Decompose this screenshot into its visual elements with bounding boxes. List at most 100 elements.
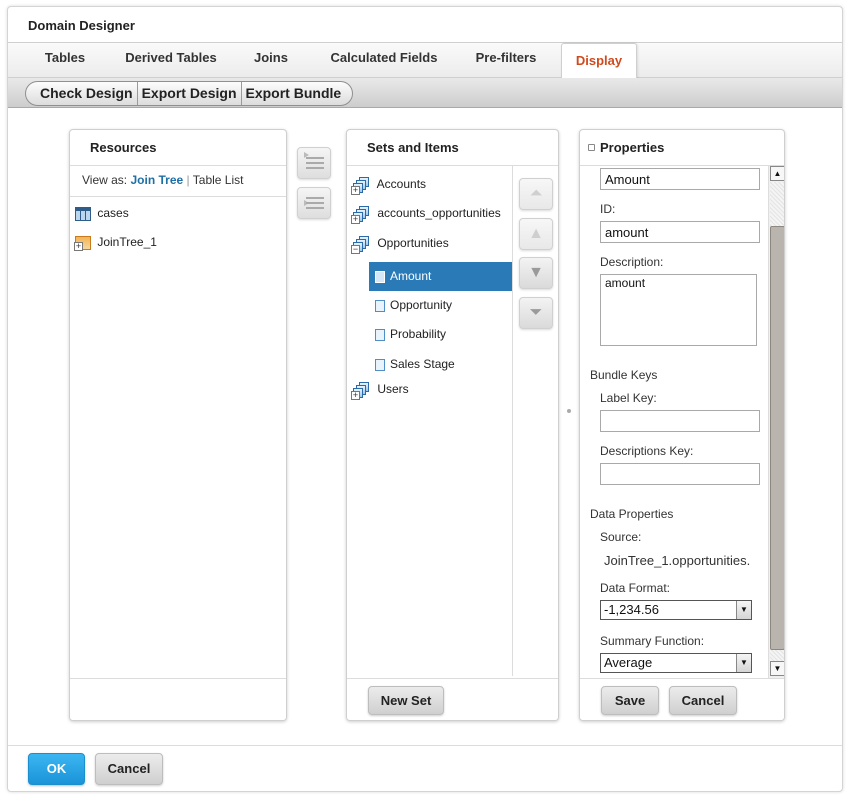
set-icon: +: [351, 176, 371, 195]
descriptions-key-input[interactable]: [600, 463, 760, 485]
arrow-down-icon: ▼: [528, 264, 544, 281]
move-up-button[interactable]: ▲: [519, 218, 553, 250]
dialog-footer-divider: [8, 745, 842, 746]
join-tree-icon: +: [74, 235, 91, 251]
data-format-select[interactable]: -1,234.56 ▼: [600, 600, 752, 620]
toolbar-button-group: Check Design Export Design Export Bundle: [25, 81, 354, 106]
label-key-input[interactable]: [600, 410, 760, 432]
export-design-button[interactable]: Export Design: [138, 82, 242, 105]
tab-tables[interactable]: Tables: [28, 43, 102, 79]
source-value: JoinTree_1.opportunities.: [604, 553, 751, 568]
set-item-accounts-opportunities[interactable]: + accounts_opportunities: [351, 202, 501, 224]
scroll-up-icon[interactable]: ▲: [770, 166, 784, 181]
item-opportunity[interactable]: Opportunity: [369, 291, 513, 320]
new-set-button[interactable]: New Set: [368, 686, 444, 715]
expand-icon[interactable]: +: [351, 390, 360, 400]
properties-header: Properties: [580, 130, 784, 166]
description-label: Description:: [600, 255, 664, 269]
dropdown-arrow-icon[interactable]: ▼: [736, 654, 751, 672]
summary-function-select[interactable]: Average ▼: [600, 653, 752, 673]
resource-item-jointree[interactable]: + JoinTree_1: [74, 232, 157, 252]
table-icon: [75, 206, 91, 221]
tab-calculated-fields[interactable]: Calculated Fields: [314, 43, 454, 79]
properties-cancel-button[interactable]: Cancel: [669, 686, 737, 715]
view-join-tree-link[interactable]: Join Tree: [130, 173, 183, 187]
set-item-users[interactable]: + Users: [351, 378, 409, 400]
item-label: Opportunity: [390, 298, 453, 312]
list-indent-icon: [306, 197, 324, 209]
item-probability[interactable]: Probability: [369, 320, 513, 349]
id-label: ID:: [600, 202, 616, 216]
add-set-button[interactable]: [297, 187, 331, 219]
resource-item-label: JoinTree_1: [97, 235, 157, 249]
view-separator: |: [186, 173, 190, 187]
resource-item-cases[interactable]: cases: [75, 203, 129, 223]
resources-panel: Resources View as: Join Tree | Table Lis…: [69, 129, 287, 721]
tab-joins[interactable]: Joins: [246, 43, 296, 79]
description-textarea[interactable]: amount: [600, 274, 757, 346]
move-buttons-column: ⏶ ▲ ▼ ⏷: [512, 166, 558, 676]
data-format-value: -1,234.56: [604, 602, 659, 617]
move-to-top-button[interactable]: ⏶: [519, 178, 553, 210]
set-label: Users: [377, 382, 409, 396]
scroll-down-icon[interactable]: ▼: [770, 661, 784, 676]
save-button[interactable]: Save: [601, 686, 659, 715]
properties-form: ID: Description: amount Bundle Keys Labe…: [580, 166, 784, 678]
tab-derived-tables[interactable]: Derived Tables: [112, 43, 230, 79]
properties-title: Properties: [600, 140, 665, 155]
item-icon: [375, 328, 385, 341]
item-icon: [375, 358, 385, 371]
splitter-handle[interactable]: [567, 409, 571, 413]
id-input[interactable]: [600, 221, 760, 243]
descriptions-key-label: Descriptions Key:: [600, 444, 694, 458]
properties-scrollbar[interactable]: ▲ ▼: [768, 166, 784, 678]
ok-button[interactable]: OK: [28, 753, 85, 785]
set-label: Accounts: [376, 177, 427, 191]
dropdown-arrow-icon[interactable]: ▼: [736, 601, 751, 619]
item-icon: [375, 299, 385, 312]
tab-display[interactable]: Display: [561, 43, 637, 79]
bundle-keys-heading: Bundle Keys: [590, 368, 658, 382]
item-icon: [375, 270, 385, 283]
move-top-icon: ⏶: [529, 185, 543, 202]
expand-icon[interactable]: +: [351, 214, 360, 224]
set-item-opportunities[interactable]: − Opportunities: [351, 232, 449, 254]
label-key-label: Label Key:: [600, 391, 657, 405]
data-properties-heading: Data Properties: [590, 507, 674, 521]
domain-designer-dialog: Domain Designer Tables Derived Tables Jo…: [7, 6, 843, 792]
expand-icon[interactable]: +: [351, 185, 360, 195]
sets-items-panel: Sets and Items + Accounts + accounts_opp…: [346, 129, 559, 721]
dialog-title: Domain Designer: [28, 18, 135, 33]
label-input[interactable]: [600, 168, 760, 190]
properties-panel: Properties ID: Description: amount Bundl…: [579, 129, 785, 721]
view-as-switcher: View as: Join Tree | Table List: [82, 173, 243, 187]
summary-function-label: Summary Function:: [600, 634, 705, 648]
scroll-thumb[interactable]: [770, 226, 784, 650]
item-label: Amount: [390, 269, 432, 283]
source-label: Source:: [600, 530, 642, 544]
tab-bar: Tables Derived Tables Joins Calculated F…: [8, 42, 842, 79]
resources-footer: [70, 678, 286, 720]
dialog-cancel-button[interactable]: Cancel: [95, 753, 163, 785]
move-bottom-icon: ⏷: [529, 304, 543, 321]
sets-items-footer: New Set: [347, 678, 558, 720]
item-sales-stage[interactable]: Sales Stage: [369, 350, 513, 379]
item-amount[interactable]: Amount: [369, 262, 513, 291]
data-format-label: Data Format:: [600, 581, 671, 595]
expand-icon[interactable]: +: [74, 241, 83, 251]
export-bundle-button[interactable]: Export Bundle: [242, 82, 353, 105]
move-to-bottom-button[interactable]: ⏷: [519, 297, 553, 329]
add-item-button[interactable]: [297, 147, 331, 179]
collapse-panel-icon[interactable]: [588, 144, 595, 151]
collapse-icon[interactable]: −: [351, 244, 360, 254]
item-label: Probability: [390, 327, 447, 341]
view-table-list-link[interactable]: Table List: [193, 173, 244, 187]
properties-footer: Save Cancel: [580, 678, 784, 720]
tab-pre-filters[interactable]: Pre-filters: [464, 43, 548, 79]
check-design-button[interactable]: Check Design: [26, 82, 138, 105]
set-item-accounts[interactable]: + Accounts: [351, 173, 427, 195]
summary-function-value: Average: [604, 655, 653, 670]
move-down-button[interactable]: ▼: [519, 257, 553, 289]
item-label: Sales Stage: [390, 357, 455, 371]
list-icon: [306, 157, 324, 169]
